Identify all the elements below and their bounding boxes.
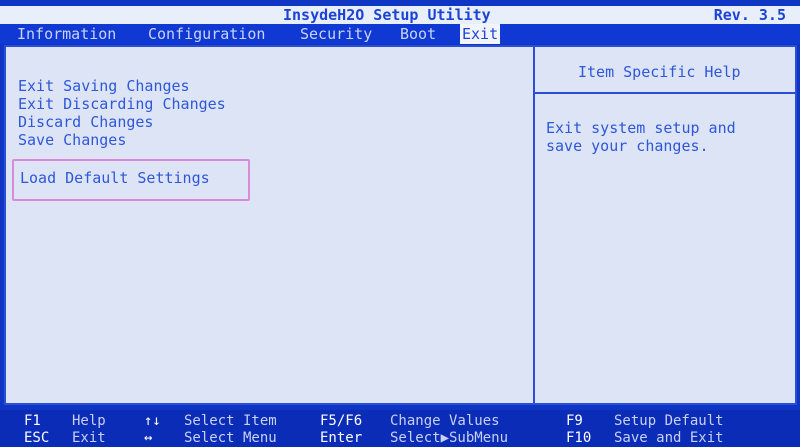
key-description: Exit <box>72 430 106 446</box>
option-exit-saving-changes[interactable]: Exit Saving Changes <box>18 77 226 95</box>
arrow-updown-icon: ↑↓ <box>144 413 161 429</box>
key-description: Change Values <box>390 413 500 429</box>
key-description: Select▶SubMenu <box>390 430 509 446</box>
app-title: InsydeH2O Setup Utility <box>283 6 491 24</box>
help-panel-title: Item Specific Help <box>578 63 741 81</box>
key-description: Save and Exit <box>614 430 724 446</box>
exit-options-list: Exit Saving Changes Exit Discarding Chan… <box>12 77 250 201</box>
option-save-changes[interactable]: Save Changes <box>18 131 226 149</box>
key-label: F10 <box>566 430 592 446</box>
tab-configuration[interactable]: Configuration <box>148 24 265 44</box>
option-discard-changes[interactable]: Discard Changes <box>18 113 226 131</box>
key-label: F5/F6 <box>320 413 363 429</box>
option-exit-discarding-changes[interactable]: Exit Discarding Changes <box>18 95 226 113</box>
tab-boot[interactable]: Boot <box>400 24 436 44</box>
help-header-divider <box>535 92 797 94</box>
tab-security[interactable]: Security <box>300 24 372 44</box>
help-panel-text: Exit system setup and save your changes. <box>546 119 736 155</box>
panel-divider <box>533 47 535 403</box>
key-label: F1 <box>24 413 41 429</box>
key-label: Enter <box>320 430 363 446</box>
arrow-leftright-icon: ↔ <box>144 430 153 446</box>
tab-information[interactable]: Information <box>17 24 116 44</box>
bios-setup-screen: InsydeH2O Setup Utility Rev. 3.5 Informa… <box>0 0 800 447</box>
key-description: Select Menu <box>184 430 277 446</box>
key-description: Help <box>72 413 106 429</box>
option-load-default-settings[interactable]: Load Default Settings <box>12 159 250 201</box>
revision-label: Rev. 3.5 <box>713 6 786 24</box>
key-description: Select Item <box>184 413 277 429</box>
menu-bar: Information Configuration Security Boot … <box>0 24 800 44</box>
tab-exit[interactable]: Exit <box>460 24 501 44</box>
main-panel: Exit Saving Changes Exit Discarding Chan… <box>4 45 797 405</box>
key-legend-footer: F1 Help ESC Exit ↑↓ Select Item ↔ Select… <box>0 410 800 447</box>
key-description: Setup Default <box>614 413 724 429</box>
title-bar: InsydeH2O Setup Utility Rev. 3.5 <box>0 6 800 24</box>
key-label: F9 <box>566 413 583 429</box>
key-label: ESC <box>24 430 50 446</box>
